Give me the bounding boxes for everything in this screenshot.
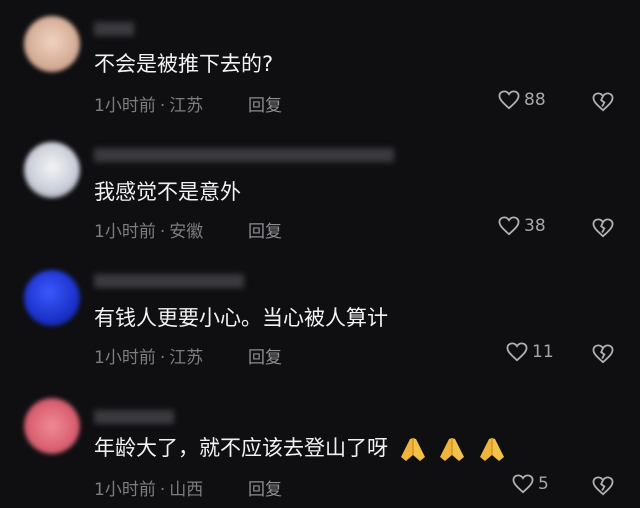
reply-button[interactable]: 回复	[248, 343, 282, 368]
comment-text: 我感觉不是意外	[94, 180, 241, 204]
username[interactable]	[94, 274, 244, 288]
dislike-button[interactable]	[592, 344, 614, 368]
heart-icon	[506, 342, 528, 362]
like-count: 11	[532, 342, 554, 362]
broken-heart-icon	[592, 218, 614, 238]
avatar[interactable]	[24, 398, 80, 454]
comment-item: 我感觉不是意外 1小时前 · 安徽 回复 38	[0, 126, 640, 252]
comment-text: 年龄大了，就不应该去登山了呀	[94, 432, 507, 463]
comment-meta: 1小时前 · 江苏	[94, 343, 203, 368]
dislike-button[interactable]	[592, 218, 614, 242]
reply-button[interactable]: 回复	[248, 91, 282, 116]
comment-meta: 1小时前 · 山西	[94, 475, 203, 500]
heart-icon	[498, 90, 520, 110]
like-button[interactable]: 38	[498, 216, 546, 236]
comment-item: 不会是被推下去的? 1小时前 · 江苏 回复 88	[0, 0, 640, 126]
folded-hands-emoji	[480, 438, 505, 461]
username[interactable]	[94, 410, 174, 424]
comment-text-body: 年龄大了，就不应该去登山了呀	[94, 436, 388, 460]
comment-location: 江苏	[169, 348, 204, 368]
like-button[interactable]: 5	[512, 474, 549, 494]
like-button[interactable]: 11	[506, 342, 554, 362]
avatar[interactable]	[24, 16, 80, 72]
like-button[interactable]: 88	[498, 90, 546, 110]
comment-location: 安徽	[169, 222, 204, 242]
broken-heart-icon	[592, 476, 614, 496]
reply-button[interactable]: 回复	[248, 217, 282, 242]
avatar[interactable]	[24, 270, 80, 326]
folded-hands-emoji	[440, 438, 465, 461]
heart-icon	[512, 474, 534, 494]
separator: ·	[159, 96, 166, 116]
folded-hands-emoji	[400, 438, 425, 461]
comment-item: 年龄大了，就不应该去登山了呀 1小时前 · 山西 回复 5	[0, 380, 640, 508]
username[interactable]	[94, 148, 394, 162]
like-count: 88	[524, 90, 546, 110]
separator: ·	[159, 348, 166, 368]
username[interactable]	[94, 22, 134, 36]
comment-text: 不会是被推下去的?	[94, 52, 274, 76]
comment-meta: 1小时前 · 江苏	[94, 91, 203, 116]
heart-icon	[498, 216, 520, 236]
separator: ·	[159, 222, 166, 242]
comment-meta: 1小时前 · 安徽	[94, 217, 203, 242]
comment-text: 有钱人更要小心。当心被人算计	[94, 306, 388, 330]
comment-time: 1小时前	[94, 96, 156, 116]
broken-heart-icon	[592, 92, 614, 112]
avatar[interactable]	[24, 142, 80, 198]
comment-location: 山西	[169, 480, 204, 500]
like-count: 5	[538, 474, 549, 494]
reply-button[interactable]: 回复	[248, 475, 282, 500]
comment-time: 1小时前	[94, 222, 156, 242]
dislike-button[interactable]	[592, 476, 614, 500]
comment-time: 1小时前	[94, 348, 156, 368]
like-count: 38	[524, 216, 546, 236]
broken-heart-icon	[592, 344, 614, 364]
comment-location: 江苏	[169, 96, 204, 116]
dislike-button[interactable]	[592, 92, 614, 116]
separator: ·	[159, 480, 166, 500]
comment-item: 有钱人更要小心。当心被人算计 1小时前 · 江苏 回复 11	[0, 252, 640, 380]
comment-time: 1小时前	[94, 480, 156, 500]
